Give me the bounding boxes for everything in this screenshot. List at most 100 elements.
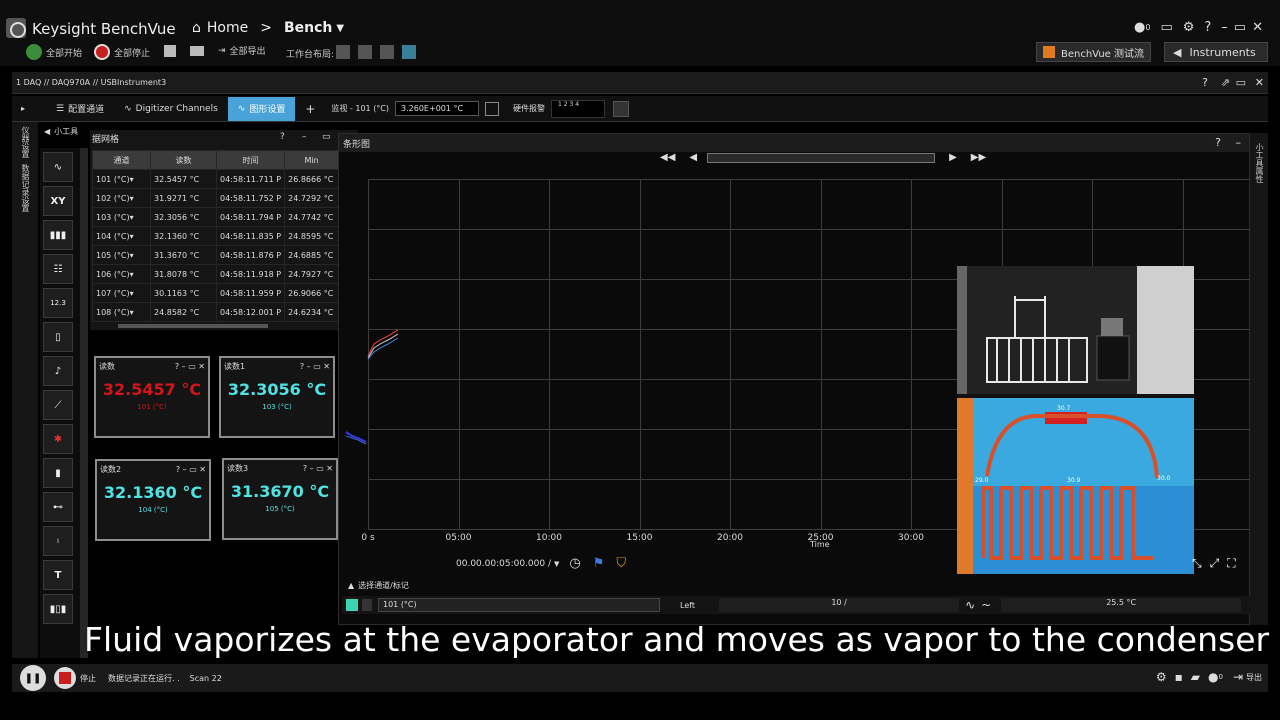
column-header[interactable]: 通道: [92, 150, 151, 170]
instruments-button[interactable]: ◀ Instruments: [1164, 42, 1268, 62]
meter-window-icons[interactable]: ? – ▭ ✕: [175, 362, 205, 371]
restore-icon[interactable]: ▭: [1236, 76, 1246, 89]
table-row[interactable]: 102 (°C)▾ 31.9271 °C 04:58:11.752 P 24.7292…: [92, 188, 340, 208]
table-widget-icon[interactable]: ☷: [43, 254, 73, 284]
widget-properties-tab[interactable]: 小工具属性: [1254, 143, 1265, 183]
channel-color-swatch[interactable]: [346, 599, 358, 611]
minimize-icon[interactable]: –: [302, 132, 307, 142]
minimize-icon[interactable]: –: [1236, 136, 1242, 149]
export-icon[interactable]: ⇥: [1233, 670, 1243, 684]
help-icon[interactable]: ?: [1215, 136, 1221, 149]
expand-arrow-icon[interactable]: ▸: [12, 104, 34, 113]
home-link[interactable]: Home: [207, 20, 248, 36]
text-widget-icon[interactable]: T: [43, 560, 73, 590]
bench-menu[interactable]: Bench: [284, 20, 332, 36]
fast-forward-icon[interactable]: ▶▶: [971, 152, 986, 163]
flag-icon[interactable]: ⚑: [593, 556, 605, 571]
meter-window-icons[interactable]: ? – ▭ ✕: [303, 464, 333, 473]
home-icon[interactable]: ⌂: [192, 20, 201, 36]
time-range-dropdown[interactable]: 00.00.00:05:00.000 /: [456, 559, 551, 569]
chat-icon[interactable]: ▭: [1160, 20, 1172, 35]
switch-widget-icon[interactable]: ⟋: [43, 390, 73, 420]
gear-icon[interactable]: ⚙: [1156, 670, 1167, 684]
waveform-widget-icon[interactable]: ∿: [43, 152, 73, 182]
meter-window-icons[interactable]: ? – ▭ ✕: [300, 362, 330, 371]
minimize-icon[interactable]: –: [1221, 20, 1228, 35]
help-icon[interactable]: ?: [1202, 76, 1208, 89]
folder-icon[interactable]: [190, 46, 204, 56]
instrument-settings-tab[interactable]: 仪器设置: [20, 126, 31, 158]
stop-button[interactable]: [54, 667, 76, 689]
column-header[interactable]: Min: [284, 150, 340, 170]
folder-icon[interactable]: ▰: [1191, 670, 1200, 684]
tab-configure-channels[interactable]: ☰ 配置通道: [46, 97, 114, 121]
rewind-icon[interactable]: ◀◀: [660, 152, 675, 163]
table-row[interactable]: 105 (°C)▾ 31.3670 °C 04:58:11.876 P 24.6885…: [92, 245, 340, 265]
close-icon[interactable]: ✕: [1255, 76, 1264, 89]
tab-graph-settings[interactable]: ∿ 图形设置: [227, 96, 296, 121]
close-icon[interactable]: ✕: [1252, 20, 1263, 35]
histogram-widget-icon[interactable]: ▮▮▮: [43, 220, 73, 250]
table-row[interactable]: 107 (°C)▾ 30.1163 °C 04:58:11.959 P 26.9066…: [92, 283, 340, 303]
clock-icon[interactable]: ◷: [569, 556, 580, 571]
numeric-widget-icon[interactable]: 12.3: [43, 288, 73, 318]
time-scrollbar[interactable]: [707, 152, 936, 163]
monitor-value-field[interactable]: 3.260E+001 °C: [395, 101, 480, 116]
step-forward-icon[interactable]: ▶: [949, 152, 957, 163]
column-header[interactable]: 时间: [215, 150, 286, 170]
horizontal-scrollbar[interactable]: [118, 324, 268, 328]
layout-columns-icon[interactable]: [358, 45, 372, 59]
test-flow-button[interactable]: BenchVue 测试流: [1036, 42, 1152, 62]
monitor-chart-icon[interactable]: [485, 101, 500, 116]
chevron-down-icon[interactable]: ▼: [336, 23, 344, 34]
restore-icon[interactable]: ▭: [1234, 20, 1246, 35]
table-row[interactable]: 106 (°C)▾ 31.8078 °C 04:58:11.918 P 24.7927…: [92, 264, 340, 284]
slider-widget-icon[interactable]: ▮: [43, 458, 73, 488]
widgets-header[interactable]: ◀ 小工具: [44, 126, 78, 137]
layout-grid-icon[interactable]: [336, 45, 350, 59]
led-widget-icon[interactable]: ✱: [43, 424, 73, 454]
current-widget-icon[interactable]: I: [43, 526, 73, 556]
start-all-button[interactable]: 全部开始: [46, 46, 82, 59]
step-back-icon[interactable]: ◀: [689, 152, 697, 163]
xy-widget-icon[interactable]: XY: [43, 186, 73, 216]
table-row[interactable]: 104 (°C)▾ 32.1360 °C 04:58:11.835 P 24.8595…: [92, 226, 340, 246]
help-icon[interactable]: ?: [1204, 20, 1211, 35]
stop-icon[interactable]: [94, 44, 110, 60]
export-icon[interactable]: ⇥: [218, 46, 226, 56]
shrink-icon[interactable]: ⤡: [1192, 556, 1202, 571]
gear-icon[interactable]: ⚙: [1183, 20, 1195, 35]
datalog-settings-tab[interactable]: 数据记录设置: [20, 164, 31, 212]
meter-window-icons[interactable]: ? – ▭ ✕: [176, 465, 206, 474]
info-alert-icon[interactable]: ●: [1208, 670, 1218, 684]
layout-rows-icon[interactable]: [380, 45, 394, 59]
save-icon[interactable]: ▪: [1175, 670, 1183, 684]
add-tab-button[interactable]: +: [295, 97, 325, 121]
cursor-position-field[interactable]: 10 /: [719, 598, 960, 612]
select-channel-header[interactable]: ▲ 选择通道/标记: [348, 580, 409, 591]
save-icon[interactable]: [164, 45, 176, 57]
table-row[interactable]: 103 (°C)▾ 32.3056 °C 04:58:11.794 P 24.7742…: [92, 207, 340, 227]
palette-scrollbar[interactable]: [80, 148, 88, 658]
wave-icon[interactable]: ~: [981, 598, 991, 612]
marker-icon[interactable]: ⛉: [616, 556, 626, 571]
info-alert-icon[interactable]: ●: [1134, 20, 1145, 35]
stop-all-button[interactable]: 全部停止: [114, 46, 150, 59]
sine-icon[interactable]: ∿: [965, 598, 975, 612]
fullscreen-icon[interactable]: ⛶: [1227, 556, 1235, 571]
knob-widget-icon[interactable]: ⊷: [43, 492, 73, 522]
restore-icon[interactable]: ▭: [322, 132, 331, 142]
expand-icon[interactable]: ⤢: [1210, 556, 1220, 571]
swatch-dropdown[interactable]: [362, 599, 372, 611]
tab-digitizer-channels[interactable]: ∿ Digitizer Channels: [114, 97, 228, 121]
channel-select[interactable]: 101 (°C): [378, 598, 660, 612]
audio-widget-icon[interactable]: ▮▯▮: [43, 594, 73, 624]
play-icon[interactable]: [26, 44, 42, 60]
export-all-button[interactable]: 全部导出: [230, 44, 266, 57]
bar-meter-widget-icon[interactable]: ▯: [43, 322, 73, 352]
table-row[interactable]: 101 (°C)▾ 32.5457 °C 04:58:11.711 P 26.8666…: [92, 169, 340, 189]
alarm-widget-icon[interactable]: ♪: [43, 356, 73, 386]
table-row[interactable]: 108 (°C)▾ 24.8582 °C 04:58:12.001 P 24.6234…: [92, 302, 340, 322]
column-header[interactable]: 读数: [150, 150, 217, 170]
chevron-down-icon[interactable]: ▼: [554, 560, 559, 568]
